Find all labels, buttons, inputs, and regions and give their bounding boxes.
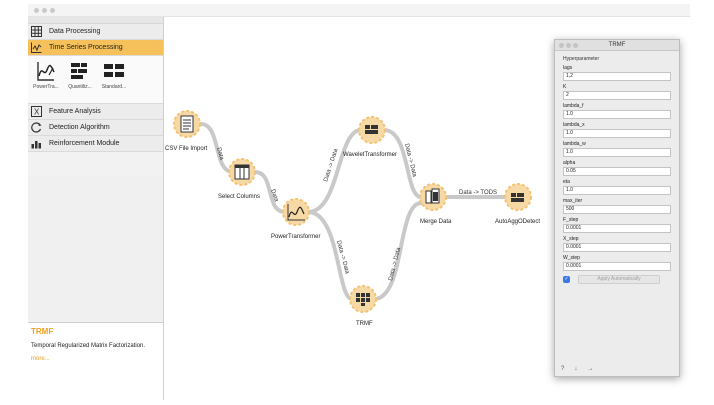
widget-label: PowerTra... <box>33 84 59 90</box>
widget-label: Standard... <box>101 84 127 90</box>
node-label: WaveletTransformer <box>343 152 397 158</box>
dialog-body: Hyperparameter lags 1,2 K 2 lambda_f 1.0… <box>555 51 679 284</box>
document-icon <box>180 115 194 133</box>
close-window-icon[interactable] <box>34 8 39 13</box>
f-step-label: F_step <box>563 217 579 223</box>
lambda-w-input[interactable]: 1.0 <box>563 148 671 157</box>
widget-label: Quantiliz... <box>68 84 92 90</box>
description-title: TRMF <box>31 327 54 336</box>
node-label: PowerTransformer <box>271 234 320 240</box>
alpha-input[interactable]: 0.05 <box>563 167 671 176</box>
minimize-window-icon[interactable] <box>42 8 47 13</box>
lambda-w-label: lambda_w <box>563 141 586 147</box>
node-label: AutoAggODetect <box>495 219 540 225</box>
link-label: Data -> Data <box>388 246 402 281</box>
widget-powertransformer[interactable]: PowerTra... <box>30 60 62 90</box>
max-iter-label: max_iter <box>563 198 583 204</box>
widget-description: TRMF Temporal Regularized Matrix Factori… <box>28 322 163 400</box>
apply-row: ✓ Apply Automatically <box>563 275 672 284</box>
max-iter-input[interactable]: 500 <box>563 205 671 214</box>
apply-automatically-button[interactable]: Apply Automatically <box>578 275 660 284</box>
widget-quantile[interactable]: Quantiliz... <box>64 60 96 90</box>
category-detection-algorithm[interactable]: Detection Algorithm <box>28 120 163 136</box>
category-feature-analysis[interactable]: X Feature Analysis <box>28 104 163 120</box>
feature-icon: X <box>31 106 42 117</box>
node-label: Select Columns <box>218 194 260 200</box>
panel-empty-area <box>28 176 163 321</box>
description-text: Temporal Regularized Matrix Factorizatio… <box>31 343 146 349</box>
category-time-series-processing[interactable]: Time Series Processing <box>28 40 163 56</box>
hyperparameter-heading: Hyperparameter <box>563 56 600 62</box>
eta-input[interactable]: 1.0 <box>563 186 671 195</box>
quantile-icon <box>71 63 87 79</box>
window-titlebar <box>28 4 690 17</box>
node-trmf[interactable]: TRMF <box>349 285 377 327</box>
close-dialog-icon[interactable] <box>559 43 564 48</box>
node-powertransformer[interactable]: PowerTransformer <box>271 198 320 240</box>
report-icon[interactable]: → <box>587 366 593 372</box>
description-more-link[interactable]: more... <box>31 356 160 362</box>
table-columns-icon <box>234 164 250 180</box>
lambda-f-input[interactable]: 1.0 <box>563 110 671 119</box>
trmf-settings-dialog: TRMF Hyperparameter lags 1,2 K 2 lambda_… <box>554 39 680 377</box>
w-step-input[interactable]: 0.0001 <box>563 262 671 271</box>
link-label: Data -> TODS <box>459 190 497 196</box>
maximize-window-icon[interactable] <box>50 8 55 13</box>
widget-list: PowerTra... Quantiliz... Standard... <box>28 56 163 104</box>
apply-automatically-checkbox[interactable]: ✓ <box>563 276 570 283</box>
lags-label: lags <box>563 65 573 71</box>
node-label: CSV File Import <box>165 146 208 152</box>
widget-panel: Data Processing Time Series Processing P… <box>28 17 164 400</box>
k-label: K <box>563 84 567 90</box>
category-label: Detection Algorithm <box>49 124 110 131</box>
svg-text:X: X <box>34 108 40 117</box>
node-label: Merge Data <box>420 219 452 225</box>
x-step-label: X_step <box>563 236 579 242</box>
panel-header <box>28 17 163 24</box>
w-step-label: W_step <box>563 255 580 261</box>
detection-icon <box>31 122 42 133</box>
lambda-f-label: lambda_f <box>563 103 584 109</box>
powertransformer-icon <box>37 62 55 81</box>
timeseries-icon <box>31 42 42 53</box>
lambda-x-label: lambda_x <box>563 122 585 128</box>
dialog-titlebar: TRMF <box>555 40 679 51</box>
zoom-dialog-icon[interactable] <box>573 43 578 48</box>
reinforcement-icon <box>31 138 42 149</box>
node-csv-file-import[interactable]: CSV File Import <box>165 110 208 152</box>
save-icon[interactable]: ↓ <box>574 366 577 372</box>
x-step-input[interactable]: 0.0001 <box>563 243 671 252</box>
category-label: Data Processing <box>49 28 101 35</box>
dialog-title: TRMF <box>608 42 626 48</box>
node-label: TRMF <box>356 321 373 327</box>
grid-icon <box>31 26 42 37</box>
eta-label: eta <box>563 179 570 185</box>
lags-input[interactable]: 1,2 <box>563 72 671 81</box>
alpha-label: alpha <box>563 160 576 166</box>
lambda-x-input[interactable]: 1.0 <box>563 129 671 138</box>
node-autoaggodetect[interactable]: AutoAggODetect <box>495 183 540 225</box>
category-label: Feature Analysis <box>49 108 101 115</box>
link-power-to-wavelet[interactable] <box>306 128 363 214</box>
dialog-footer: ? ↓ → <box>561 366 603 372</box>
f-step-input[interactable]: 0.0001 <box>563 224 671 233</box>
k-input[interactable]: 2 <box>563 91 671 100</box>
widget-standard[interactable]: Standard... <box>98 60 130 90</box>
link-label: Data <box>215 147 224 161</box>
category-label: Reinforcement Module <box>49 140 120 147</box>
category-label: Time Series Processing <box>49 44 123 51</box>
node-merge-data[interactable]: Merge Data <box>419 183 452 225</box>
help-icon[interactable]: ? <box>561 366 564 372</box>
standard-icon <box>104 64 124 77</box>
category-data-processing[interactable]: Data Processing <box>28 24 163 40</box>
category-reinforcement-module[interactable]: Reinforcement Module <box>28 136 163 152</box>
merge-icon <box>425 188 440 204</box>
link-wavelet-to-merge[interactable] <box>382 128 423 199</box>
minimize-dialog-icon[interactable] <box>566 43 571 48</box>
